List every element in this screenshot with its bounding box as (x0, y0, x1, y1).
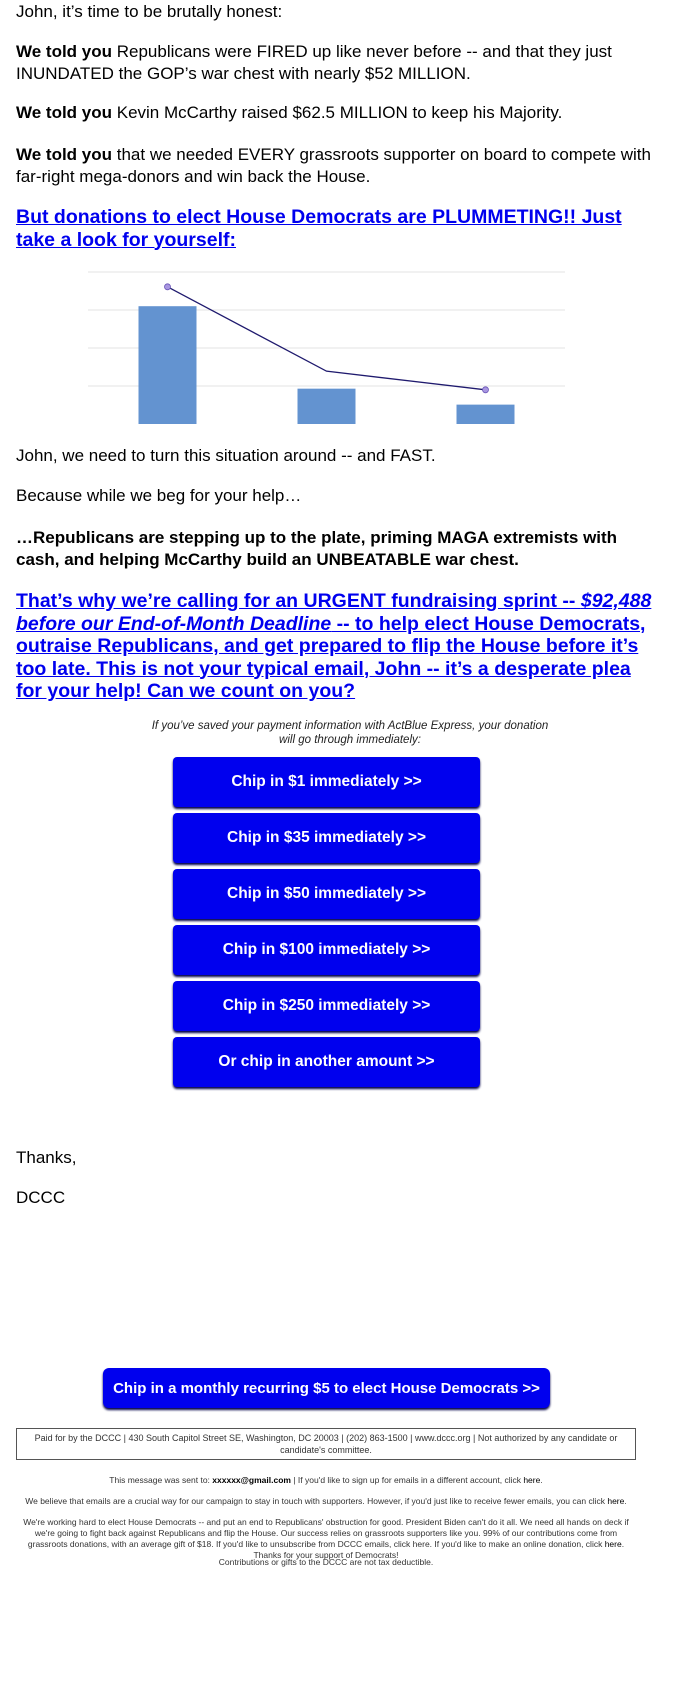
donate-here-link[interactable]: here (605, 1539, 622, 1549)
paragraph-republicans: …Republicans are stepping up to the plat… (16, 528, 618, 569)
line-marker (164, 283, 171, 291)
chip-in-50-button[interactable]: Chip in $50 immediately >> (173, 869, 480, 919)
working-hard-notice: We're working hard to elect House Democr… (23, 1517, 629, 1560)
headline-plummeting-link[interactable]: But donations to elect House Democrats a… (16, 206, 656, 251)
paid-for-disclaimer: Paid for by the DCCC | 430 South Capitol… (16, 1428, 636, 1460)
paragraph-told-2: We told you Kevin McCarthy raised $62.5 … (16, 103, 563, 122)
email-body: John, it’s time to be brutally honest: W… (0, 0, 700, 1681)
donations-chart (88, 271, 565, 424)
sent-to-notice: This message was sent to: xxxxxx@gmail.c… (109, 1475, 543, 1485)
headline-urgent-link[interactable]: That’s why we’re calling for an URGENT f… (16, 590, 656, 703)
paragraph-told-1: We told you Republicans were FIRED up li… (16, 42, 612, 83)
chip-in-1-button[interactable]: Chip in $1 immediately >> (173, 757, 480, 807)
signature: DCCC (16, 1188, 66, 1207)
chip-in-100-button[interactable]: Chip in $100 immediately >> (173, 925, 480, 975)
chip-in-other-button[interactable]: Or chip in another amount >> (173, 1037, 480, 1087)
tax-notice: Contributions or gifts to the DCCC are n… (218, 1557, 434, 1567)
chip-in-250-button[interactable]: Chip in $250 immediately >> (173, 981, 480, 1031)
bar (297, 388, 356, 424)
signup-here-link[interactable]: here (523, 1475, 540, 1485)
line-marker (482, 386, 489, 394)
actblue-caption: If you’ve saved your payment information… (151, 720, 549, 746)
greeting: John, it’s time to be brutally honest: (16, 2, 283, 21)
fewer-emails-notice: We believe that emails are a crucial way… (25, 1496, 627, 1506)
chip-in-35-button[interactable]: Chip in $35 immediately >> (173, 813, 480, 863)
paragraph-beg: Because while we beg for your help… (16, 486, 302, 505)
thanks: Thanks, (16, 1148, 77, 1167)
monthly-recurring-button[interactable]: Chip in a monthly recurring $5 to elect … (103, 1368, 550, 1408)
paragraph-told-3: We told you that we needed EVERY grassro… (16, 145, 651, 186)
fewer-emails-here-link[interactable]: here (607, 1496, 624, 1506)
trend-line (167, 286, 486, 391)
bar (138, 306, 197, 424)
bar (456, 404, 515, 424)
paragraph-turn-around: John, we need to turn this situation aro… (16, 446, 436, 465)
